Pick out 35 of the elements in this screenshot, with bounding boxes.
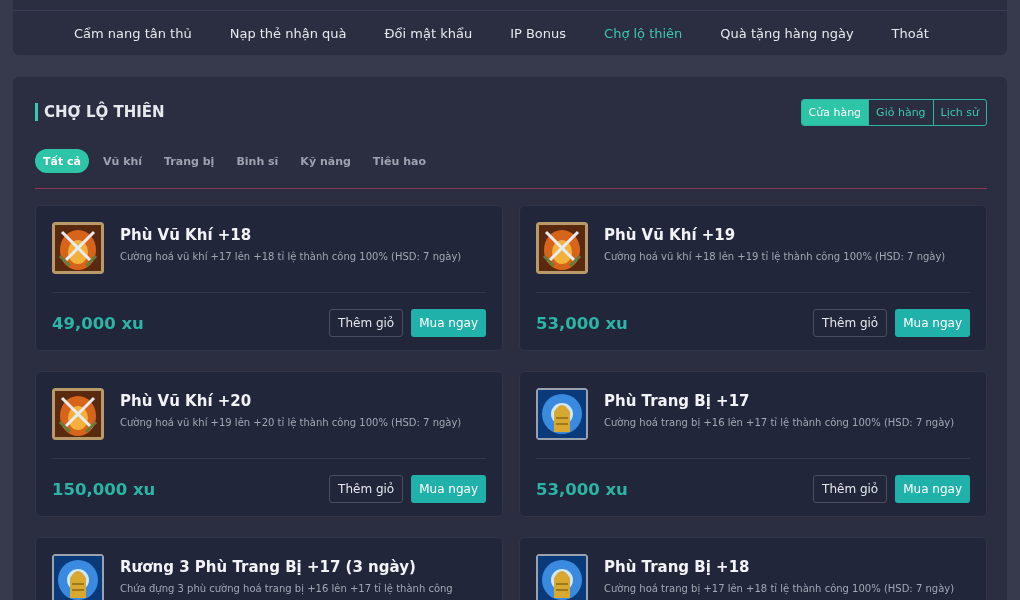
item-name: Phù Trang Bị +18 xyxy=(604,558,751,576)
category-tab[interactable]: Kỹ năng xyxy=(292,149,359,173)
item-name: Phù Vũ Khí +18 xyxy=(120,226,253,244)
item-description: Cường hoá vũ khí +18 lên +19 tỉ lệ thành công 100% (HSD: 7 ngày) xyxy=(604,251,946,262)
item-price: 53,000 xu xyxy=(536,479,628,499)
item-price: 150,000 xu xyxy=(52,479,156,499)
item-description: Cường hoá trang bị +17 lên +18 tỉ lệ thành công 100% (HSD: 7 ngày) xyxy=(604,583,955,594)
item-description: Cường hoá vũ khí +19 lên +20 tỉ lệ thành công 100% (HSD: 7 ngày) xyxy=(120,417,462,428)
item-name: Phù Vũ Khí +19 xyxy=(604,226,737,244)
item-description: Cường hoá trang bị +16 lên +17 tỉ lệ thành công 100% (HSD: 7 ngày) xyxy=(604,417,955,428)
item-name: Phù Trang Bị +17 xyxy=(604,392,751,410)
nav-link[interactable]: Đổi mật khẩu xyxy=(365,25,492,41)
item-price: 49,000 xu xyxy=(52,313,144,333)
category-tab[interactable]: Trang bị xyxy=(156,149,223,173)
item-name: Phù Vũ Khí +20 xyxy=(120,392,253,410)
add-to-cart-button[interactable]: Thêm giỏ xyxy=(813,309,888,337)
nav-link[interactable]: IP Bonus xyxy=(491,25,586,41)
nav-link[interactable]: Nạp thẻ nhận quà xyxy=(210,25,366,41)
section-title: CHỢ LỘ THIÊN xyxy=(35,103,165,121)
category-tab[interactable]: Vũ khí xyxy=(94,149,151,173)
item-description: Cường hoá vũ khí +17 lên +18 tỉ lệ thành công 100% (HSD: 7 ngày) xyxy=(120,251,462,262)
category-tab[interactable]: Binh sĩ xyxy=(228,149,287,173)
nav-link[interactable]: Chợ lộ thiên xyxy=(585,25,702,41)
view-tab[interactable]: Giỏ hàng xyxy=(868,99,933,125)
nav-link[interactable]: Quà tặng hàng ngày xyxy=(701,25,873,41)
nav-link[interactable]: Thoát xyxy=(872,25,948,41)
category-tab[interactable]: Tiêu hao xyxy=(364,149,435,173)
add-to-cart-button[interactable]: Thêm giỏ xyxy=(329,309,404,337)
nav-link[interactable]: Cẩm nang tân thủ xyxy=(55,25,211,41)
add-to-cart-button[interactable]: Thêm giỏ xyxy=(329,475,404,503)
view-tab[interactable]: Lịch sử xyxy=(932,99,986,125)
add-to-cart-button[interactable]: Thêm giỏ xyxy=(813,475,888,503)
item-name: Rương 3 Phù Trang Bị +17 (3 ngày) xyxy=(120,558,417,576)
item-description: Chứa đựng 3 phù cường hoá trang bị +16 lên +17 tỉ lệ thành công xyxy=(120,583,453,594)
item-price: 53,000 xu xyxy=(536,313,628,333)
